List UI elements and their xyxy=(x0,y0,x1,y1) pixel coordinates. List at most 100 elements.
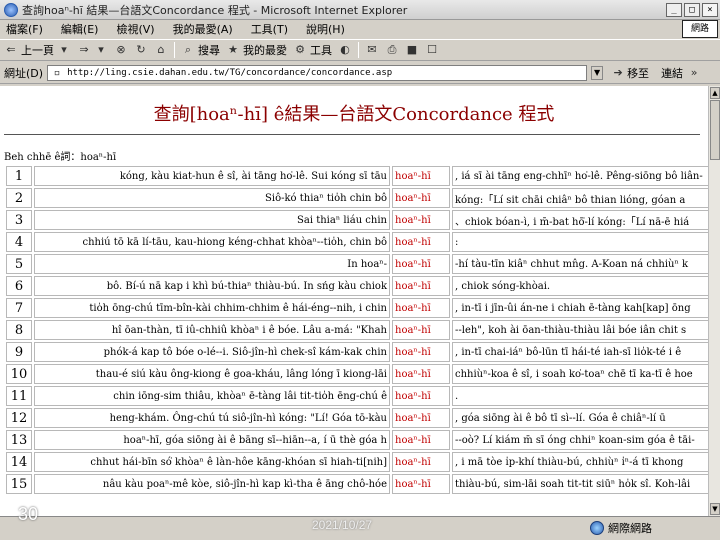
row-number: 6 xyxy=(6,276,32,296)
favorites-button[interactable]: ★ 我的最愛 xyxy=(226,42,287,58)
keyword-cell: hoaⁿ-hī xyxy=(392,408,450,428)
keyword-cell: hoaⁿ-hī xyxy=(392,474,450,494)
minimize-button[interactable]: _ xyxy=(666,2,682,17)
scroll-thumb[interactable] xyxy=(710,100,720,160)
right-context: , in-tī i jīn-ûi án-ne i chiah ē-tàng ka… xyxy=(452,298,708,318)
edit-icon[interactable]: ■ xyxy=(405,43,419,57)
toolbar-separator xyxy=(174,42,175,58)
left-context: phók-á kap tô bóe o-lé--i. Siô-jîn-hì ch… xyxy=(34,342,390,362)
row-number: 15 xyxy=(6,474,32,494)
table-row: 13 hoaⁿ-hī, góa siōng ài ê bāng sī--hiān-… xyxy=(6,430,708,450)
right-context: , iá sī ài tāng eng-chhīⁿ ho͘-lê. Pêng-s… xyxy=(452,166,708,186)
chevron-down-icon: ▾ xyxy=(61,43,67,56)
tools-button[interactable]: ⚙ 工具 xyxy=(293,42,332,58)
address-url: http://ling.csie.dahan.edu.tw/TG/concord… xyxy=(67,67,393,78)
concordance-table: 1 kóng, kàu kiat-hun ê sî, ài tāng ho͘-lê… xyxy=(4,164,708,496)
row-number: 11 xyxy=(6,386,32,406)
right-context: chhiùⁿ-koa ê sî, i soah ko͘-toaⁿ chē tī … xyxy=(452,364,708,384)
media-icon[interactable]: ◐ xyxy=(338,43,352,57)
links-button[interactable]: 連結 xyxy=(661,65,683,81)
stop-icon[interactable]: ⊗ xyxy=(114,43,128,57)
keyword-cell: hoaⁿ-hī xyxy=(392,210,450,230)
page-title: 查詢[hoaⁿ-hī] ê結果—台語文Concordance 程式 xyxy=(153,104,555,125)
table-row: 1 kóng, kàu kiat-hun ê sî, ài tāng ho͘-lê… xyxy=(6,166,708,186)
table-row: 2 Siô-kó thiaⁿ tio̍h chin bô hoaⁿ-hī kóng:「… xyxy=(6,188,708,208)
back-button[interactable]: ⇐ 上一頁 ▾ xyxy=(4,42,71,58)
print-icon[interactable]: ⎙ xyxy=(385,43,399,57)
right-context: thiàu-bú, sim-lāi soah tit-tit siūⁿ ho̍k… xyxy=(452,474,708,494)
menu-favorites[interactable]: 我的最愛(A) xyxy=(173,21,233,37)
right-context: , in-tī chai-iáⁿ bô-lūn tī hái-té iah-sī… xyxy=(452,342,708,362)
row-number: 1 xyxy=(6,166,32,186)
page-content: 查詢[hoaⁿ-hī] ê結果—台語文Concordance 程式 Beh ch… xyxy=(0,86,708,516)
maximize-button[interactable]: □ xyxy=(684,2,700,17)
chevron-right-icon[interactable]: » xyxy=(687,66,701,80)
left-context: In hoaⁿ- xyxy=(34,254,390,274)
address-bar: 網址(D) ▫ http://ling.csie.dahan.edu.tw/TG… xyxy=(0,62,720,84)
back-label: 上一頁 xyxy=(21,44,54,57)
slide-date: 2021/10/27 xyxy=(312,518,373,532)
go-button[interactable]: ➔ 移至 xyxy=(611,65,649,81)
address-dropdown-button[interactable]: ▼ xyxy=(591,65,604,80)
row-number: 13 xyxy=(6,430,32,450)
title-bar: 查詢hoaⁿ-hī 結果—台語文Concordance 程式 - Microso… xyxy=(0,0,720,20)
keyword-cell: hoaⁿ-hī xyxy=(392,166,450,186)
chevron-down-icon: ▾ xyxy=(98,43,104,56)
title-divider xyxy=(4,134,700,135)
search-button[interactable]: ⌕ 搜尋 xyxy=(181,42,220,58)
table-row: 7 tio̍h ōng-chú tīm-bîn-kài chhim-chhim ê… xyxy=(6,298,708,318)
slide-number: 30 xyxy=(18,504,39,524)
search-label: 搜尋 xyxy=(198,44,220,57)
keyword-cell: hoaⁿ-hī xyxy=(392,342,450,362)
mail-icon[interactable]: ✉ xyxy=(365,43,379,57)
window-controls: _ □ × xyxy=(666,2,718,17)
right-context: --leh", koh ài ōan-thiàu-thiàu lâi bóe i… xyxy=(452,320,708,340)
table-row: 15 nâu kàu poaⁿ-mê kòe, siô-jîn-hì kap kì… xyxy=(6,474,708,494)
favorites-label: 我的最愛 xyxy=(243,44,287,57)
zone-label: 網際網路 xyxy=(608,522,652,535)
left-context: tio̍h ōng-chú tīm-bîn-kài chhim-chhim ê … xyxy=(34,298,390,318)
table-row: 8 hî ōan-thàn, tī iû-chhiû khòaⁿ i ê bóe.… xyxy=(6,320,708,340)
table-row: 5 In hoaⁿ-hoaⁿ-hī -hí tàu-tīn kiâⁿ chhut m… xyxy=(6,254,708,274)
right-context: , i mā tòe i̍p-khí thiàu-bú, chhiùⁿ i̍ⁿ-… xyxy=(452,452,708,472)
table-row: 4 chhiú tō kā lí-tāu, kau-hiong kéng-chha… xyxy=(6,232,708,252)
keyword-cell: hoaⁿ-hī xyxy=(392,276,450,296)
home-icon[interactable]: ⌂ xyxy=(154,43,168,57)
menu-help[interactable]: 說明(H) xyxy=(306,21,345,37)
toolbar-separator xyxy=(358,42,359,58)
table-row: 12 heng-khám. Ông-chú tú siô-jîn-hì kóng:… xyxy=(6,408,708,428)
left-context: heng-khám. Ông-chú tú siô-jîn-hì kóng: "… xyxy=(34,408,390,428)
keyword-cell: hoaⁿ-hī xyxy=(392,364,450,384)
scroll-down-icon[interactable]: ▼ xyxy=(710,503,720,515)
go-arrow-icon: ➔ xyxy=(613,65,623,79)
right-context: . xyxy=(452,386,708,406)
menu-file[interactable]: 檔案(F) xyxy=(6,21,43,37)
row-number: 9 xyxy=(6,342,32,362)
menu-view[interactable]: 檢視(V) xyxy=(116,21,154,37)
close-button[interactable]: × xyxy=(702,2,718,17)
right-context: --oò? Lí kiám m̄ sī óng chhiⁿ koan-sim g… xyxy=(452,430,708,450)
menu-bar: 檔案(F) 編輯(E) 檢視(V) 我的最愛(A) 工具(T) 說明(H) xyxy=(0,20,680,38)
left-context: kóng, kàu kiat-hun ê sî, ài tāng ho͘-lê.… xyxy=(34,166,390,186)
globe-icon xyxy=(590,521,604,535)
forward-button[interactable]: ⇒ ▾ xyxy=(77,43,108,57)
right-context: 、chiok bóan-ì, i m̄-bat hō͘-lí kóng:「Lí … xyxy=(452,210,708,230)
row-number: 2 xyxy=(6,188,32,208)
keyword-cell: hoaⁿ-hī xyxy=(392,430,450,450)
left-context: nâu kàu poaⁿ-mê kòe, siô-jîn-hì kap kì-t… xyxy=(34,474,390,494)
menu-edit[interactable]: 編輯(E) xyxy=(61,21,99,37)
left-context: hoaⁿ-hī, góa siōng ài ê bāng sī--hiān--a… xyxy=(34,430,390,450)
vertical-scrollbar[interactable]: ▲ ▼ xyxy=(708,86,720,516)
messenger-icon[interactable]: ☐ xyxy=(425,43,439,57)
right-context: kóng:「Lí sit chāi chiâⁿ bô thian lióng, … xyxy=(452,188,708,208)
right-context: , chiok sóng-khòai. xyxy=(452,276,708,296)
menu-tools[interactable]: 工具(T) xyxy=(251,21,288,37)
table-row: 6 bô. Bí-ú nā kap i khì bú-thiaⁿ thiàu-bú… xyxy=(6,276,708,296)
left-context: bô. Bí-ú nā kap i khì bú-thiaⁿ thiàu-bú.… xyxy=(34,276,390,296)
refresh-icon[interactable]: ↻ xyxy=(134,43,148,57)
address-input[interactable]: ▫ http://ling.csie.dahan.edu.tw/TG/conco… xyxy=(47,64,588,81)
scroll-up-icon[interactable]: ▲ xyxy=(710,87,720,99)
brand-box: 網路 xyxy=(682,20,718,38)
row-number: 14 xyxy=(6,452,32,472)
row-number: 4 xyxy=(6,232,32,252)
